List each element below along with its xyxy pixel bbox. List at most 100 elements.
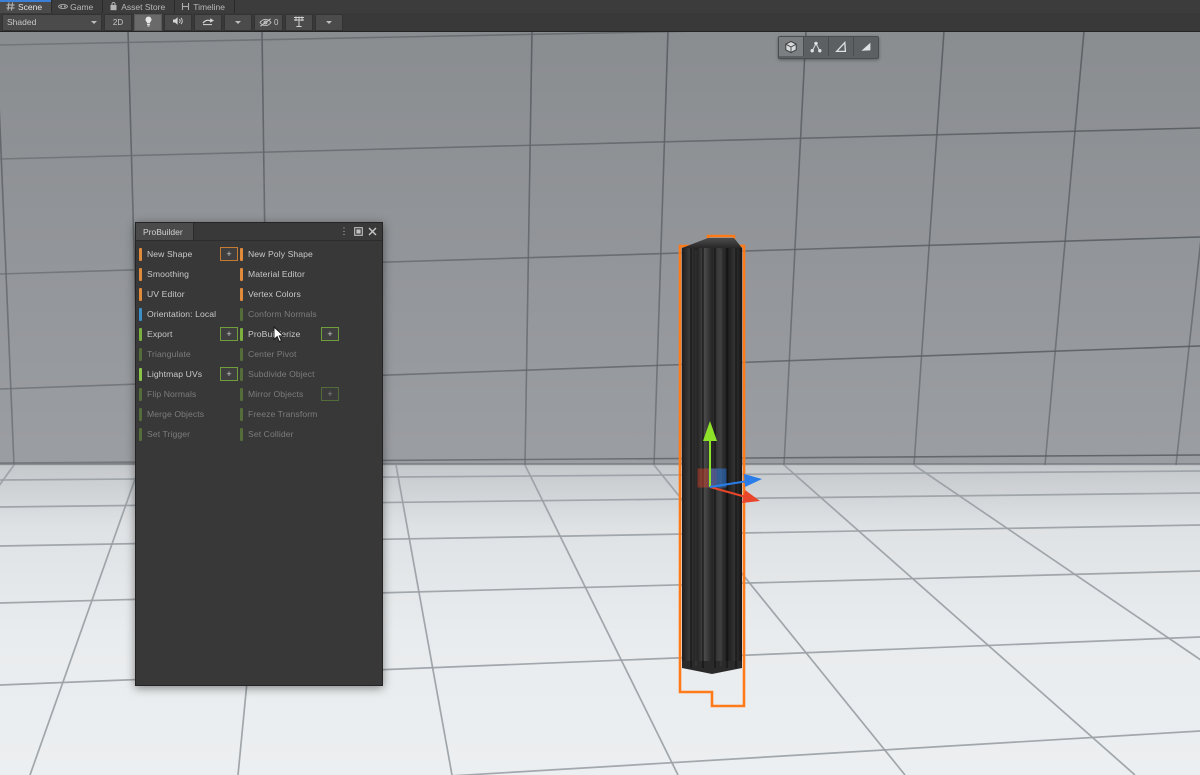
probuilder-action-set-collider: Set Collider bbox=[240, 424, 340, 444]
action-options-button[interactable]: + bbox=[321, 327, 339, 341]
lighting-toggle-button[interactable] bbox=[134, 13, 162, 31]
probuilder-panel-header[interactable]: ProBuilder ⋮ bbox=[136, 223, 382, 241]
timeline-icon bbox=[181, 2, 190, 11]
probuilder-action-smoothing[interactable]: Smoothing bbox=[139, 264, 239, 284]
close-icon[interactable] bbox=[365, 224, 379, 239]
tab-label: Game bbox=[70, 1, 94, 12]
tab-asset-store[interactable]: Asset Store bbox=[103, 0, 176, 13]
probuilder-action-merge-objects: Merge Objects bbox=[139, 404, 239, 424]
action-label: Export bbox=[147, 329, 173, 339]
action-category-bar bbox=[139, 347, 142, 361]
action-category-bar bbox=[139, 247, 142, 261]
probuilder-tab[interactable]: ProBuilder bbox=[136, 223, 194, 240]
probuilder-action-columns: New Shape + Smoothing UV Editor Orientation:… bbox=[136, 244, 382, 444]
probuilder-action-uv-editor[interactable]: UV Editor bbox=[139, 284, 239, 304]
chevron-down-icon bbox=[91, 20, 97, 24]
action-options-button[interactable]: + bbox=[220, 247, 238, 261]
gizmos-dropdown-button[interactable] bbox=[315, 13, 344, 31]
action-options-button: + bbox=[321, 387, 339, 401]
action-label: Freeze Transform bbox=[248, 409, 318, 419]
shading-mode-label: Shaded bbox=[7, 17, 37, 27]
probuilder-action-vertex-colors[interactable]: Vertex Colors bbox=[240, 284, 340, 304]
action-category-bar bbox=[240, 287, 243, 301]
probuilder-panel[interactable]: ProBuilder ⋮ New Shape + Smoothing UV Edito… bbox=[135, 222, 383, 686]
action-category-bar bbox=[240, 327, 243, 341]
speaker-icon bbox=[172, 16, 184, 28]
probuilder-action-set-trigger: Set Trigger bbox=[139, 424, 239, 444]
probuilder-action-probuilderize[interactable]: ProBuilderize+ bbox=[240, 324, 340, 344]
probuilder-action-export[interactable]: Export + bbox=[139, 324, 239, 344]
unity-editor-window: Scene Game Asset Store Timeline Shaded 2… bbox=[0, 0, 1200, 775]
probuilder-action-flip-normals: Flip Normals bbox=[139, 384, 239, 404]
face-fill-icon bbox=[861, 42, 871, 51]
maximize-icon[interactable] bbox=[351, 224, 365, 239]
probuilder-action-conform-normals: Conform Normals bbox=[240, 304, 340, 324]
probuilder-action-material-editor[interactable]: Material Editor bbox=[240, 264, 340, 284]
effects-dropdown-button[interactable] bbox=[224, 13, 252, 31]
gamepad-icon bbox=[58, 2, 69, 11]
action-category-bar bbox=[240, 367, 243, 381]
action-category-bar bbox=[139, 367, 142, 381]
probuilder-panel-body: New Shape + Smoothing UV Editor Orientation:… bbox=[136, 241, 382, 444]
action-label: UV Editor bbox=[147, 289, 185, 299]
lightbulb-icon bbox=[144, 16, 153, 29]
action-category-bar bbox=[139, 327, 142, 341]
action-label: Subdivide Object bbox=[248, 369, 315, 379]
edge-triangle-icon bbox=[835, 40, 847, 52]
effects-toggle-button[interactable] bbox=[194, 13, 222, 31]
move-gizmo[interactable] bbox=[660, 411, 790, 521]
probuilder-title: ProBuilder bbox=[143, 226, 183, 237]
probuilder-action-triangulate: Triangulate bbox=[139, 344, 239, 364]
action-label: Orientation: Local bbox=[147, 309, 217, 319]
face-mode-button[interactable] bbox=[854, 37, 878, 56]
grid-hash-icon bbox=[6, 2, 15, 11]
tab-bar-filler bbox=[235, 0, 1200, 13]
edge-mode-button[interactable] bbox=[829, 37, 854, 56]
fx-icon bbox=[202, 16, 215, 28]
audio-toggle-button[interactable] bbox=[164, 13, 192, 31]
action-options-button[interactable]: + bbox=[220, 367, 238, 381]
vertex-mode-button[interactable] bbox=[804, 37, 829, 56]
tab-label: Timeline bbox=[193, 1, 226, 12]
action-label: New Poly Shape bbox=[248, 249, 313, 259]
action-label: Merge Objects bbox=[147, 409, 205, 419]
element-mode-toolbar[interactable] bbox=[778, 36, 879, 59]
probuilder-action-mirror-objects: Mirror Objects + bbox=[240, 384, 340, 404]
object-mode-button[interactable] bbox=[779, 37, 804, 56]
gizmo-axis-x[interactable] bbox=[709, 486, 760, 503]
mouse-cursor bbox=[273, 326, 285, 343]
editor-tab-bar[interactable]: Scene Game Asset Store Timeline bbox=[0, 0, 1200, 13]
probuilder-action-new-poly-shape[interactable]: New Poly Shape bbox=[240, 244, 340, 264]
action-options-button[interactable]: + bbox=[220, 327, 238, 341]
probuilder-action-orientation-local[interactable]: Orientation: Local bbox=[139, 304, 239, 324]
gizmos-toggle-button[interactable] bbox=[285, 13, 314, 31]
chevron-down-icon bbox=[326, 20, 333, 24]
action-category-bar bbox=[240, 307, 243, 321]
tab-label: Asset Store bbox=[121, 1, 166, 12]
tab-game[interactable]: Game bbox=[52, 0, 104, 13]
action-label: Triangulate bbox=[147, 349, 191, 359]
action-category-bar bbox=[139, 267, 142, 281]
shading-mode-dropdown[interactable]: Shaded bbox=[2, 13, 102, 31]
probuilder-action-new-shape[interactable]: New Shape + bbox=[139, 244, 239, 264]
scene-view-toolbar[interactable]: Shaded 2D 0 bbox=[0, 13, 1200, 32]
probuilder-action-center-pivot: Center Pivot bbox=[240, 344, 340, 364]
2d-toggle-button[interactable]: 2D bbox=[104, 13, 132, 31]
action-category-bar bbox=[139, 307, 142, 321]
probuilder-column-right: New Poly Shape Material Editor Vertex Colo… bbox=[240, 244, 340, 444]
cube-icon bbox=[785, 40, 797, 53]
eye-off-icon bbox=[259, 17, 272, 27]
gizmo-visibility-button[interactable]: 0 bbox=[254, 13, 284, 31]
tab-timeline[interactable]: Timeline bbox=[175, 0, 236, 13]
kebab-menu-icon[interactable]: ⋮ bbox=[337, 224, 351, 239]
probuilder-column-left: New Shape + Smoothing UV Editor Orientation:… bbox=[139, 244, 239, 444]
probuilder-action-lightmap-uvs[interactable]: Lightmap UVs + bbox=[139, 364, 239, 384]
probuilder-action-subdivide-object: Subdivide Object bbox=[240, 364, 340, 384]
action-category-bar bbox=[139, 427, 142, 441]
action-category-bar bbox=[139, 387, 142, 401]
action-category-bar bbox=[240, 387, 243, 401]
action-category-bar bbox=[240, 247, 243, 261]
chevron-down-icon bbox=[235, 20, 241, 24]
action-label: Lightmap UVs bbox=[147, 369, 203, 379]
tab-scene[interactable]: Scene bbox=[0, 0, 53, 13]
